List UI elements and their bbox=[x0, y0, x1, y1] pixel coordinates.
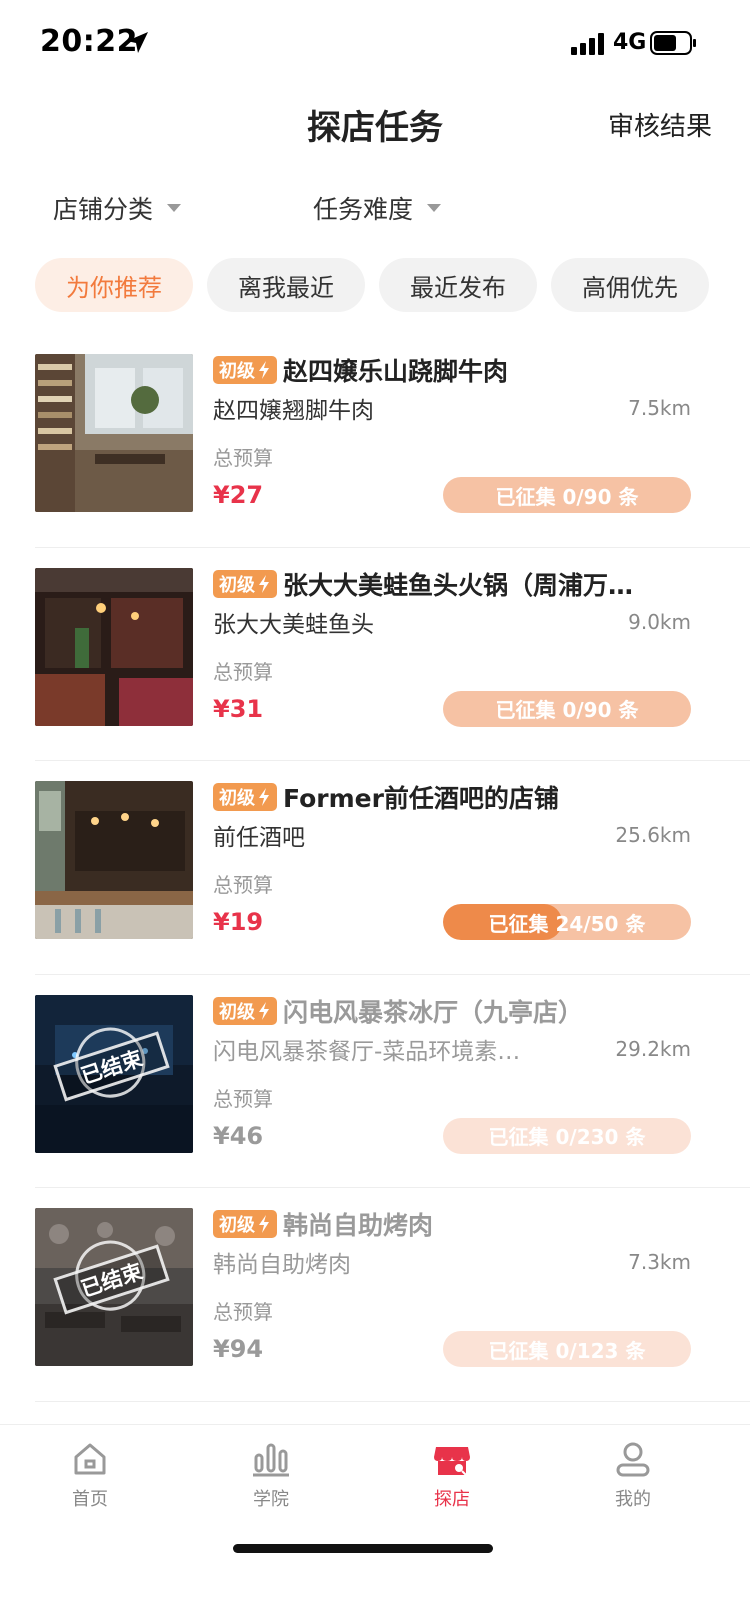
task-title: 韩尚自助烤肉 bbox=[283, 1211, 434, 1240]
budget-label: 总预算 bbox=[213, 1086, 273, 1111]
task-title: 闪电风暴茶冰厅（九亭店） bbox=[283, 997, 584, 1027]
sort-tab-recommended[interactable]: 为你推荐 bbox=[35, 258, 193, 312]
task-thumbnail bbox=[35, 781, 193, 939]
store-name: 赵四嬢翘脚牛肉 bbox=[213, 398, 374, 424]
store-category-label: 店铺分类 bbox=[53, 195, 154, 224]
budget-price: ¥94 bbox=[213, 1335, 264, 1363]
level-badge: 初级 bbox=[213, 356, 277, 384]
collection-progress: 已征集 0/90 条 bbox=[443, 690, 691, 727]
network-label: 4G bbox=[613, 30, 647, 55]
budget-price: ¥19 bbox=[213, 908, 264, 936]
task-title: Former前任酒吧的店铺 bbox=[283, 784, 559, 813]
lightning-icon bbox=[259, 788, 269, 806]
store-name: 闪电风暴茶餐厅-菜品环境素… bbox=[213, 1038, 521, 1065]
level-badge: 初级 bbox=[213, 569, 277, 598]
tab-profile[interactable]: 我的 bbox=[573, 1439, 693, 1511]
task-card[interactable]: 已结束 初级 闪电风暴茶冰厅（九亭店） 闪电风暴茶餐厅-菜品环境素… 29.2k… bbox=[35, 975, 750, 1188]
distance: 25.6km bbox=[615, 823, 691, 847]
task-thumbnail bbox=[35, 354, 193, 512]
budget-label: 总预算 bbox=[213, 446, 273, 470]
location-arrow-icon bbox=[127, 32, 148, 53]
budget-price: ¥27 bbox=[213, 481, 264, 509]
store-category-filter[interactable]: 店铺分类 bbox=[53, 190, 182, 226]
store-name: 韩尚自助烤肉 bbox=[213, 1252, 351, 1278]
distance: 9.0km bbox=[628, 609, 691, 634]
tab-home[interactable]: 首页 bbox=[30, 1439, 150, 1511]
task-title: 张大大美蛙鱼头火锅（周浦万… bbox=[283, 570, 634, 600]
sort-tab-label: 高佣优先 bbox=[582, 273, 678, 302]
tab-label: 探店 bbox=[434, 1489, 470, 1510]
distance: 29.2km bbox=[615, 1036, 691, 1061]
battery-icon bbox=[650, 31, 696, 55]
store-name: 前任酒吧 bbox=[213, 825, 305, 851]
task-card[interactable]: 初级 张大大美蛙鱼头火锅（周浦万… 张大大美蛙鱼头 9.0km 总预算 ¥31 … bbox=[35, 548, 750, 761]
level-label: 初级 bbox=[219, 1215, 255, 1236]
budget-price: ¥31 bbox=[213, 694, 264, 723]
sort-tab-latest[interactable]: 最近发布 bbox=[379, 258, 537, 312]
progress-text: 已征集 0/230 条 bbox=[488, 1125, 646, 1149]
caret-down-icon bbox=[427, 204, 442, 212]
progress-text: 已征集 0/90 条 bbox=[495, 698, 639, 722]
level-label: 初级 bbox=[219, 788, 255, 809]
distance: 7.3km bbox=[628, 1250, 691, 1274]
review-results-link[interactable]: 审核结果 bbox=[608, 106, 712, 143]
collection-progress: 已征集 0/90 条 bbox=[443, 477, 691, 513]
progress-text: 已征集 0/123 条 bbox=[488, 1338, 646, 1363]
lightning-icon bbox=[259, 574, 269, 593]
sort-tab-nearest[interactable]: 离我最近 bbox=[207, 258, 365, 312]
caret-down-icon bbox=[167, 204, 182, 212]
task-thumbnail: 已结束 bbox=[35, 1208, 193, 1366]
bottom-tab-bar: 首页 学院 探店 我的 bbox=[0, 1424, 750, 1623]
level-label: 初级 bbox=[219, 1001, 255, 1023]
store-explore-icon bbox=[434, 1447, 470, 1476]
signal-icon bbox=[571, 33, 604, 55]
collection-progress: 已征集 0/123 条 bbox=[443, 1331, 691, 1367]
lightning-icon bbox=[259, 1001, 269, 1020]
store-name: 张大大美蛙鱼头 bbox=[213, 611, 374, 638]
level-label: 初级 bbox=[219, 361, 255, 382]
sort-tabs: 为你推荐 离我最近 最近发布 高佣优先 bbox=[35, 258, 750, 314]
level-badge: 初级 bbox=[213, 1210, 277, 1238]
task-list: 初级 赵四嬢乐山跷脚牛肉 赵四嬢翘脚牛肉 7.5km 总预算 ¥27 已征集 0… bbox=[0, 334, 750, 1402]
home-icon bbox=[74, 1443, 106, 1475]
progress-text: 已征集 24/50 条 bbox=[488, 911, 646, 936]
task-thumbnail bbox=[35, 567, 193, 726]
task-card[interactable]: 已结束 初级 韩尚自助烤肉 韩尚自助烤肉 7.3km 总预算 ¥94 已征集 0… bbox=[35, 1188, 750, 1402]
task-difficulty-filter[interactable]: 任务难度 bbox=[313, 190, 442, 226]
task-difficulty-label: 任务难度 bbox=[313, 195, 414, 224]
budget-label: 总预算 bbox=[213, 659, 273, 684]
level-label: 初级 bbox=[219, 574, 255, 596]
task-thumbnail: 已结束 bbox=[35, 994, 193, 1153]
home-indicator bbox=[233, 1544, 493, 1553]
budget-label: 总预算 bbox=[213, 1300, 273, 1324]
sort-tab-label: 离我最近 bbox=[238, 273, 334, 302]
profile-icon bbox=[616, 1442, 650, 1477]
academy-icon bbox=[253, 1443, 289, 1477]
sort-tab-high-commission[interactable]: 高佣优先 bbox=[551, 258, 709, 312]
tab-label: 学院 bbox=[253, 1489, 289, 1510]
level-badge: 初级 bbox=[213, 996, 277, 1025]
task-card[interactable]: 初级 赵四嬢乐山跷脚牛肉 赵四嬢翘脚牛肉 7.5km 总预算 ¥27 已征集 0… bbox=[35, 334, 750, 548]
tab-store-explore[interactable]: 探店 bbox=[392, 1439, 512, 1511]
sort-tab-label: 为你推荐 bbox=[66, 273, 162, 302]
status-bar: 20:22 4G bbox=[0, 0, 750, 88]
tab-academy[interactable]: 学院 bbox=[211, 1439, 331, 1511]
tab-label: 我的 bbox=[615, 1489, 651, 1510]
budget-label: 总预算 bbox=[213, 873, 273, 897]
task-title: 赵四嬢乐山跷脚牛肉 bbox=[283, 357, 509, 386]
budget-price: ¥46 bbox=[213, 1121, 264, 1150]
task-card[interactable]: 初级 Former前任酒吧的店铺 前任酒吧 25.6km 总预算 ¥19 已征集… bbox=[35, 761, 750, 975]
lightning-icon bbox=[259, 1215, 269, 1233]
sort-tab-label: 最近发布 bbox=[410, 273, 506, 302]
tab-label: 首页 bbox=[72, 1489, 108, 1510]
collection-progress: 已征集 0/230 条 bbox=[443, 1117, 691, 1154]
level-badge: 初级 bbox=[213, 783, 277, 811]
distance: 7.5km bbox=[628, 396, 691, 420]
lightning-icon bbox=[259, 361, 269, 379]
progress-text: 已征集 0/90 条 bbox=[495, 484, 639, 509]
collection-progress: 已征集 24/50 条 bbox=[443, 904, 691, 940]
